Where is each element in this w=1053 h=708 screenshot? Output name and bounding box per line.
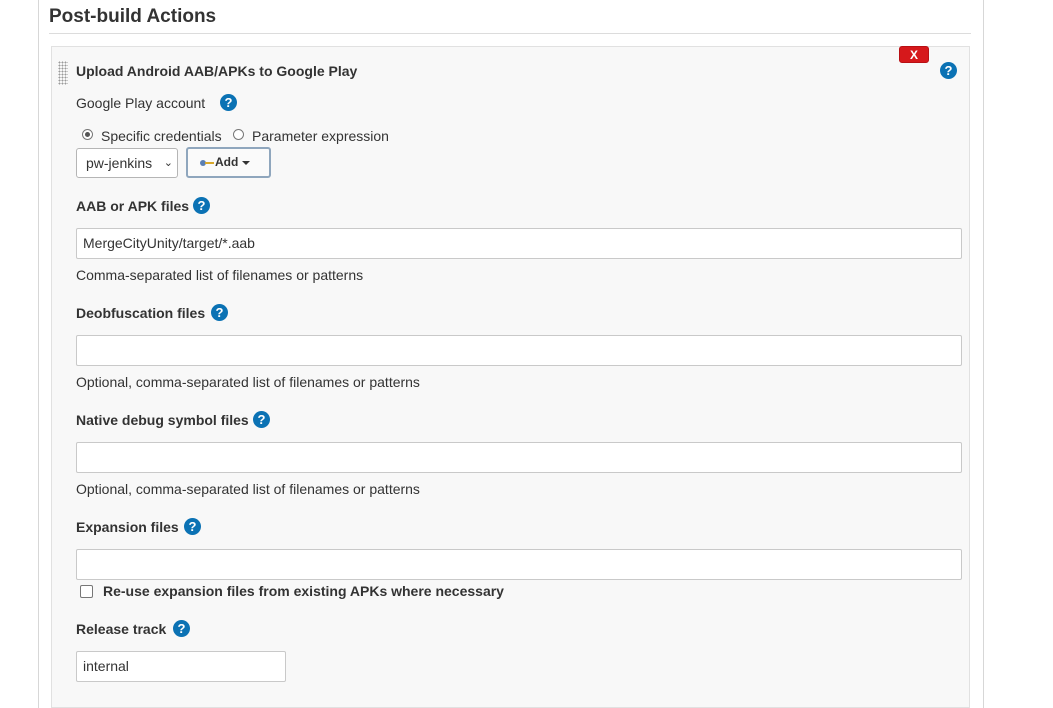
reuse-expansion-label: Re-use expansion files from existing APK… — [103, 583, 504, 599]
add-button-label: Add — [215, 155, 239, 169]
section-title: Post-build Actions — [49, 6, 217, 27]
apk-files-input[interactable]: MergeCityUnity/target/*.aab — [76, 228, 962, 259]
google-play-account-help-icon[interactable]: ? — [220, 94, 237, 111]
apk-files-label: AAB or APK files — [76, 198, 190, 214]
native-debug-files-label: Native debug symbol files — [76, 412, 249, 428]
step-help-icon[interactable]: ? — [940, 62, 957, 79]
add-credentials-button[interactable]: Add — [186, 147, 271, 178]
release-track-help-icon[interactable]: ? — [173, 620, 190, 637]
specific-credentials-radio[interactable] — [82, 129, 93, 140]
parameter-expression-radio[interactable] — [233, 129, 244, 140]
parameter-expression-label: Parameter expression — [252, 128, 389, 144]
native-debug-files-description: Optional, comma-separated list of filena… — [76, 481, 420, 497]
drag-handle-icon[interactable] — [58, 61, 68, 85]
credentials-select-value: pw-jenkins — [86, 155, 153, 171]
native-debug-files-help-icon[interactable]: ? — [253, 411, 270, 428]
step-title: Upload Android AAB/APKs to Google Play — [76, 63, 358, 79]
deobfuscation-files-input[interactable] — [76, 335, 962, 366]
expansion-files-help-icon[interactable]: ? — [184, 518, 201, 535]
deobfuscation-files-help-icon[interactable]: ? — [211, 304, 228, 321]
deobfuscation-files-label: Deobfuscation files — [76, 305, 206, 321]
chevron-down-icon: ⌄ — [163, 157, 173, 169]
apk-files-help-icon[interactable]: ? — [193, 197, 210, 214]
native-debug-files-input[interactable] — [76, 442, 962, 473]
apk-files-description: Comma-separated list of filenames or pat… — [76, 267, 364, 283]
release-track-label: Release track — [76, 621, 167, 637]
specific-credentials-label: Specific credentials — [101, 128, 222, 144]
reuse-expansion-checkbox[interactable] — [80, 585, 93, 598]
caret-down-icon — [242, 160, 251, 165]
section-divider — [49, 33, 971, 34]
delete-step-button[interactable]: X — [899, 46, 929, 63]
release-track-input[interactable]: internal — [76, 651, 286, 682]
expansion-files-label: Expansion files — [76, 519, 179, 535]
key-icon — [200, 159, 214, 167]
credentials-select[interactable]: pw-jenkins ⌄ — [76, 148, 178, 178]
google-play-account-label: Google Play account — [76, 95, 206, 111]
deobfuscation-files-description: Optional, comma-separated list of filena… — [76, 374, 420, 390]
expansion-files-input[interactable] — [76, 549, 962, 580]
